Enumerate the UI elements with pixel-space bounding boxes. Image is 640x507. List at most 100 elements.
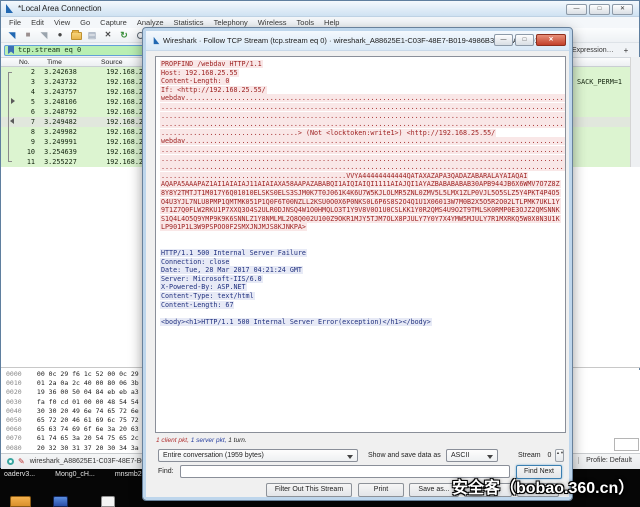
hex-bytes: 65 72 20 46 61 69 6c 75 72 (29, 416, 139, 424)
dialog-title-bar[interactable]: Wireshark · Follow TCP Stream (tcp.strea… (146, 31, 569, 51)
hex-offset: 0030 (1, 398, 25, 407)
stream-line: If: <http://192.168.25.55/ (160, 86, 565, 95)
stream-line: <body><h1>HTTP/1.1 500 Internal Server E… (160, 318, 565, 327)
hex-bytes: 00 0c 29 f6 1c 52 00 0c 29 (29, 370, 139, 378)
server-pkt-count: 1 server pkt, (191, 437, 229, 444)
stream-line: AQAPA5AAAPAZ1AI1AIAIAJ11AIAIAXA58AAPAZAB… (160, 180, 565, 189)
desktop-document-icon[interactable] (101, 496, 115, 507)
conversation-bracket (8, 72, 12, 162)
watermark: 安全客（bobao.360.cn） (452, 474, 634, 498)
main-title-bar[interactable]: *Local Area Connection — □ ✕ (1, 1, 639, 17)
menu-item[interactable]: Edit (26, 18, 49, 27)
show-as-select[interactable]: ASCII (446, 449, 498, 462)
menu-item[interactable]: Statistics (169, 18, 209, 27)
stream-line: ..................................> (Not… (160, 129, 565, 138)
menu-item[interactable]: Help (319, 18, 344, 27)
capture-comment-icon[interactable]: ✎ (18, 457, 25, 466)
packet-time: 3.243732 (39, 77, 95, 87)
stream-line: webdav..................................… (160, 94, 565, 103)
desktop-icon-label[interactable]: oaderv3... (4, 471, 35, 478)
folder-icon (71, 32, 82, 40)
packet-list-scrollbar[interactable] (630, 57, 640, 167)
show-as-label: Show and save data as (368, 452, 441, 459)
stream-line: LP901P1L3W9PSPOO0F2SMXJNJMJS8KJNKPA> (160, 223, 565, 232)
add-filter-button[interactable]: + (624, 46, 629, 55)
stream-line: Content-Type: text/html (160, 292, 565, 301)
menu-item[interactable]: View (49, 18, 75, 27)
print-button[interactable]: Print (358, 483, 404, 497)
wireshark-fin-icon (6, 4, 13, 13)
screen: oaderv3...Mong0_cH...mnsmb20... *Local A… (0, 0, 640, 507)
packet-no: 7 (1, 117, 35, 127)
reload-icon[interactable]: ↻ (118, 29, 130, 41)
menu-item[interactable]: Capture (95, 18, 132, 27)
packet-time: 3.242638 (39, 67, 95, 77)
close-button[interactable]: ✕ (612, 4, 633, 15)
hex-bytes: 19 36 00 50 04 84 eb eb a3 (29, 388, 139, 396)
desktop-app-icon[interactable] (53, 496, 68, 507)
restart-capture-icon[interactable]: ◥ (38, 29, 50, 41)
expert-info-icon[interactable] (7, 458, 14, 465)
column-source[interactable]: Source (101, 59, 123, 66)
open-file-icon[interactable] (70, 29, 82, 41)
packet-time: 3.248106 (39, 97, 95, 107)
response-arrow-icon (10, 118, 14, 124)
hex-bytes: 65 63 74 69 6f 6e 3a 20 63 (29, 425, 139, 433)
column-time[interactable]: Time (47, 59, 62, 66)
stream-line: HTTP/1.1 500 Internal Server Failure (160, 249, 565, 258)
hex-bytes: 20 32 30 31 37 20 30 34 3a (29, 444, 139, 452)
packet-no: 9 (1, 137, 35, 147)
save-file-icon[interactable]: ▤ (86, 29, 98, 41)
capture-options-icon[interactable]: ● (54, 29, 66, 41)
menu-item[interactable]: Wireless (253, 18, 292, 27)
expression-button[interactable]: Expression… (572, 47, 614, 54)
menu-item[interactable]: Analyze (132, 18, 169, 27)
wireshark-fin-icon (154, 37, 160, 44)
profile-label[interactable]: Profile: Default (578, 457, 632, 464)
menu-item[interactable]: Go (75, 18, 95, 27)
stream-line: ........................................… (160, 163, 565, 172)
hex-offset: 0080 (1, 444, 25, 453)
stream-line (160, 232, 565, 241)
packet-time: 3.249991 (39, 137, 95, 147)
stream-line: Date: Tue, 28 Mar 2017 04:21:24 GMT (160, 266, 565, 275)
turn-count: 1 turn. (228, 437, 246, 444)
desktop-icon-label[interactable]: Mong0_cH... (55, 471, 95, 478)
hex-offset: 0050 (1, 416, 25, 425)
maximize-button[interactable]: □ (589, 4, 610, 15)
packet-no: 8 (1, 127, 35, 137)
packet-time: 3.249982 (39, 127, 95, 137)
stream-line: X-Powered-By: ASP.NET (160, 283, 565, 292)
start-capture-icon[interactable]: ◥ (6, 29, 18, 41)
stream-line: ........................................… (160, 120, 565, 129)
stream-line: webdav..................................… (160, 137, 565, 146)
stream-stats: 1 client pkt, 1 server pkt, 1 turn. (156, 437, 247, 444)
bookmark-icon[interactable] (8, 46, 14, 54)
conversation-select[interactable]: Entire conversation (1959 bytes) (158, 449, 358, 462)
stream-line: S1Q4L4O5Q9YMP9K9K6SNNLZ1Y8NMLML2Q8Q002U1… (160, 215, 565, 224)
dialog-close-button[interactable]: ✕ (536, 34, 566, 46)
dialog-minimize-button[interactable]: — (494, 34, 513, 46)
hex-bytes: 01 2a 0a 2c 40 00 80 06 3b (29, 379, 139, 387)
menu-item[interactable]: File (4, 18, 26, 27)
column-no[interactable]: No. (19, 59, 30, 66)
menu-item[interactable]: Telephony (209, 18, 253, 27)
packet-time: 3.255227 (39, 157, 95, 167)
find-label: Find: (158, 468, 174, 475)
stream-content[interactable]: PROPFIND /webdav HTTP/1.1Host: 192.168.2… (155, 56, 566, 433)
stream-line: Content-Length: 67 (160, 301, 565, 310)
stream-spinner[interactable]: ▲▼ (555, 449, 564, 462)
follow-tcp-stream-dialog: Wireshark · Follow TCP Stream (tcp.strea… (143, 28, 572, 500)
stream-line: Server: Microsoft-IIS/6.0 (160, 275, 565, 284)
filter-out-stream-button[interactable]: Filter Out This Stream (266, 483, 352, 497)
stream-number: 0 (544, 450, 555, 462)
menu-item[interactable]: Tools (292, 18, 320, 27)
minimize-button[interactable]: — (566, 4, 587, 15)
dialog-maximize-button[interactable]: □ (515, 34, 534, 46)
stream-line: ........................................… (160, 146, 565, 155)
stream-line: ........................................… (160, 103, 565, 112)
packet-no: 4 (1, 87, 35, 97)
close-file-icon[interactable]: ✕ (102, 29, 114, 41)
stop-capture-icon[interactable]: ■ (22, 29, 34, 41)
desktop-folder-icon[interactable] (10, 496, 31, 507)
